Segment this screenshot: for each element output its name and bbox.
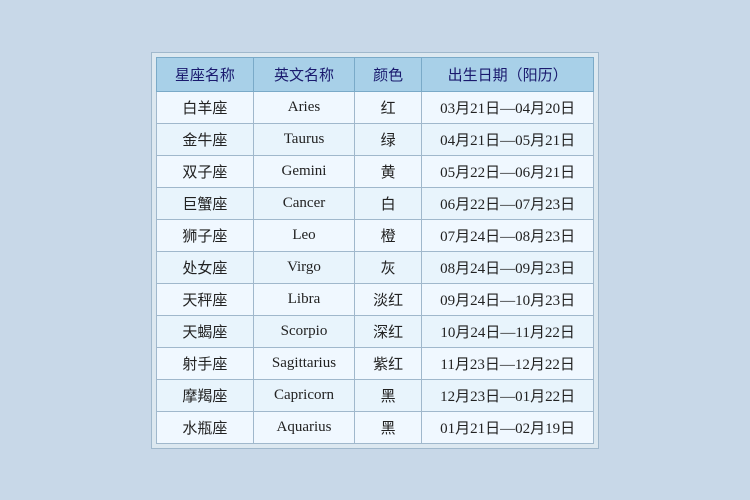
cell-chinese-name: 天蝎座 (156, 315, 253, 347)
cell-english-name: Libra (253, 283, 354, 315)
cell-dates: 05月22日—06月21日 (422, 155, 594, 187)
zodiac-table: 星座名称 英文名称 颜色 出生日期（阳历） 白羊座Aries红03月21日—04… (156, 57, 594, 444)
cell-english-name: Capricorn (253, 379, 354, 411)
cell-dates: 12月23日—01月22日 (422, 379, 594, 411)
cell-english-name: Cancer (253, 187, 354, 219)
cell-dates: 01月21日—02月19日 (422, 411, 594, 443)
table-row: 天蝎座Scorpio深红10月24日—11月22日 (156, 315, 593, 347)
cell-dates: 06月22日—07月23日 (422, 187, 594, 219)
cell-english-name: Gemini (253, 155, 354, 187)
cell-english-name: Virgo (253, 251, 354, 283)
header-dates: 出生日期（阳历） (422, 57, 594, 91)
cell-english-name: Scorpio (253, 315, 354, 347)
cell-color: 红 (355, 91, 422, 123)
cell-color: 深红 (355, 315, 422, 347)
header-english-name: 英文名称 (253, 57, 354, 91)
table-body: 白羊座Aries红03月21日—04月20日金牛座Taurus绿04月21日—0… (156, 91, 593, 443)
cell-english-name: Sagittarius (253, 347, 354, 379)
table-row: 白羊座Aries红03月21日—04月20日 (156, 91, 593, 123)
cell-chinese-name: 处女座 (156, 251, 253, 283)
cell-english-name: Leo (253, 219, 354, 251)
cell-dates: 04月21日—05月21日 (422, 123, 594, 155)
cell-english-name: Aquarius (253, 411, 354, 443)
cell-color: 绿 (355, 123, 422, 155)
cell-chinese-name: 天秤座 (156, 283, 253, 315)
cell-english-name: Aries (253, 91, 354, 123)
cell-chinese-name: 巨蟹座 (156, 187, 253, 219)
header-color: 颜色 (355, 57, 422, 91)
cell-color: 黄 (355, 155, 422, 187)
cell-color: 白 (355, 187, 422, 219)
table-row: 射手座Sagittarius紫红11月23日—12月22日 (156, 347, 593, 379)
cell-chinese-name: 射手座 (156, 347, 253, 379)
cell-chinese-name: 狮子座 (156, 219, 253, 251)
cell-color: 灰 (355, 251, 422, 283)
cell-color: 黑 (355, 411, 422, 443)
cell-dates: 03月21日—04月20日 (422, 91, 594, 123)
cell-color: 紫红 (355, 347, 422, 379)
table-row: 金牛座Taurus绿04月21日—05月21日 (156, 123, 593, 155)
header-chinese-name: 星座名称 (156, 57, 253, 91)
table-row: 摩羯座Capricorn黑12月23日—01月22日 (156, 379, 593, 411)
table-row: 双子座Gemini黄05月22日—06月21日 (156, 155, 593, 187)
table-row: 巨蟹座Cancer白06月22日—07月23日 (156, 187, 593, 219)
cell-dates: 07月24日—08月23日 (422, 219, 594, 251)
table-row: 水瓶座Aquarius黑01月21日—02月19日 (156, 411, 593, 443)
cell-chinese-name: 金牛座 (156, 123, 253, 155)
table-row: 处女座Virgo灰08月24日—09月23日 (156, 251, 593, 283)
table-row: 狮子座Leo橙07月24日—08月23日 (156, 219, 593, 251)
cell-dates: 09月24日—10月23日 (422, 283, 594, 315)
cell-chinese-name: 白羊座 (156, 91, 253, 123)
cell-color: 橙 (355, 219, 422, 251)
cell-chinese-name: 双子座 (156, 155, 253, 187)
cell-color: 淡红 (355, 283, 422, 315)
cell-english-name: Taurus (253, 123, 354, 155)
table-header-row: 星座名称 英文名称 颜色 出生日期（阳历） (156, 57, 593, 91)
zodiac-table-container: 星座名称 英文名称 颜色 出生日期（阳历） 白羊座Aries红03月21日—04… (151, 52, 599, 449)
cell-dates: 08月24日—09月23日 (422, 251, 594, 283)
cell-color: 黑 (355, 379, 422, 411)
cell-dates: 10月24日—11月22日 (422, 315, 594, 347)
cell-chinese-name: 水瓶座 (156, 411, 253, 443)
table-row: 天秤座Libra淡红09月24日—10月23日 (156, 283, 593, 315)
cell-chinese-name: 摩羯座 (156, 379, 253, 411)
cell-dates: 11月23日—12月22日 (422, 347, 594, 379)
